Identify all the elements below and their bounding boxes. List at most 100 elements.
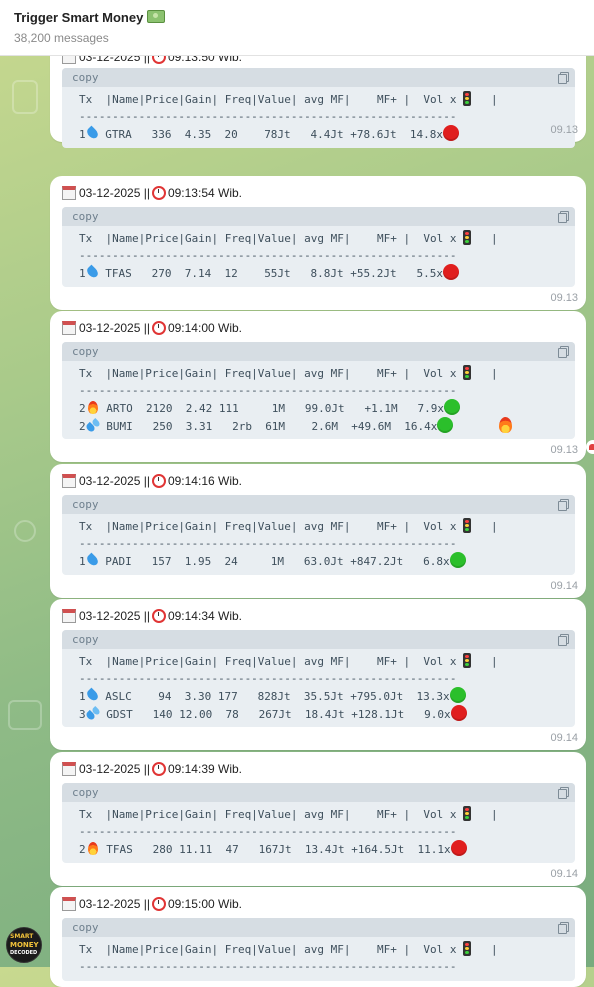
traffic-light-icon: [463, 518, 472, 533]
message-time: 09.14: [550, 868, 578, 880]
red-circle-icon: [443, 125, 459, 141]
copy-label[interactable]: copy: [72, 71, 99, 84]
copy-label[interactable]: copy: [72, 633, 99, 646]
chat-header[interactable]: Trigger Smart Money 38,200 messages: [0, 0, 594, 56]
code-block[interactable]: copy Tx |Name|Price|Gain| Freq|Value| avg…: [62, 68, 575, 148]
separator-line: ----------------------------------------…: [79, 825, 457, 838]
copy-label[interactable]: copy: [72, 498, 99, 511]
code-block[interactable]: copy Tx |Name|Price|Gain| Freq|Value| avg…: [62, 918, 575, 981]
copy-icon[interactable]: [558, 634, 569, 646]
message-time-text: 09:14:34 Wib.: [167, 609, 242, 623]
calendar-icon: [62, 897, 76, 911]
calendar-icon: [62, 609, 76, 623]
row-values: PADI 157 1.95 24 1M 63.0Jt +847.2Jt 6.8x: [98, 555, 450, 568]
alarm-clock-icon: [151, 609, 166, 623]
message-date: 03-12-2025 ||: [79, 474, 150, 488]
water-drop-icon: [84, 264, 100, 280]
water-drop-icon: [84, 552, 100, 568]
alarm-clock-icon: [151, 897, 166, 911]
row-values: GDST 140 12.00 78 267Jt 18.4Jt +128.1Jt …: [99, 708, 451, 721]
red-circle-icon: [450, 705, 467, 721]
fire-icon: [87, 401, 98, 414]
green-circle-icon: [444, 399, 460, 415]
separator-line: ----------------------------------------…: [79, 249, 457, 262]
heart-reaction-icon[interactable]: [586, 440, 594, 454]
channel-title-text: Trigger Smart Money: [14, 10, 144, 25]
message-time: 09.14: [550, 732, 578, 744]
table-header: Tx |Name|Price|Gain| Freq|Value| avg MF|…: [79, 943, 457, 956]
copy-icon[interactable]: [558, 346, 569, 358]
code-block[interactable]: copy Tx |Name|Price|Gain| Freq|Value| avg…: [62, 342, 575, 439]
row-values: ARTO 2120 2.42 111 1M 99.0Jt +1.1M 7.9x: [99, 402, 444, 415]
tx-count: 1: [79, 267, 86, 280]
green-circle-icon: [449, 552, 466, 568]
code-content: Tx |Name|Price|Gain| Freq|Value| avg MF|…: [79, 941, 498, 973]
table-row: 1 GTRA 336 4.35 20 78Jt 4.4Jt +78.6Jt 14…: [79, 125, 459, 141]
message-bubble[interactable]: 03-12-2025 || 09:13:54 Wib. copy Tx |Name|P…: [50, 176, 586, 310]
red-circle-icon: [443, 264, 459, 280]
code-block-toolbar: copy: [62, 630, 575, 649]
code-block[interactable]: copy Tx |Name|Price|Gain| Freq|Value| avg…: [62, 783, 575, 863]
separator-line: ----------------------------------------…: [79, 110, 457, 123]
alarm-clock-icon: [151, 762, 166, 776]
avatar-text-line: SMART: [10, 933, 34, 940]
message-timestamp-line: 03-12-2025 || 09:14:00 Wib.: [62, 319, 242, 337]
code-content: Tx |Name|Price|Gain| Freq|Value| avg MF|…: [79, 365, 498, 433]
message-time-text: 09:13:54 Wib.: [167, 186, 242, 200]
code-content: Tx |Name|Price|Gain| Freq|Value| avg MF|…: [79, 91, 498, 141]
message-bubble[interactable]: 03-12-2025 || 09:15:00 Wib. copy Tx |Name|P…: [50, 887, 586, 987]
table-row: 2 BUMI 250 3.31 2rb 61M 2.6M +49.6M 16.4…: [79, 417, 454, 433]
channel-avatar[interactable]: SMART MONEY DECODED: [6, 927, 42, 963]
code-block-toolbar: copy: [62, 783, 575, 802]
traffic-light-icon: [463, 91, 472, 106]
table-header: Tx |Name|Price|Gain| Freq|Value| avg MF|…: [79, 232, 457, 245]
water-drop-icon: [84, 687, 100, 703]
avatar-text-line: DECODED: [10, 950, 38, 956]
separator-line: ----------------------------------------…: [79, 384, 457, 397]
message-bubble[interactable]: 03-12-2025 || 09:14:00 Wib. copy Tx |Name|P…: [50, 311, 586, 462]
message-time: 09.13: [550, 444, 578, 456]
table-row: 2 TFAS 280 11.11 47 167Jt 13.4Jt +164.5J…: [79, 840, 467, 856]
table-header: Tx |Name|Price|Gain| Freq|Value| avg MF|…: [79, 93, 457, 106]
code-block[interactable]: copy Tx |Name|Price|Gain| Freq|Value| avg…: [62, 630, 575, 727]
copy-icon[interactable]: [558, 922, 569, 934]
copy-label[interactable]: copy: [72, 210, 99, 223]
fire-icon: [87, 842, 98, 855]
message-timestamp-line: 03-12-2025 || 09:15:00 Wib.: [62, 895, 242, 913]
table-row: 1 ASLC 94 3.30 177 828Jt 35.5Jt +795.0Jt…: [79, 687, 466, 703]
message-count: 38,200 messages: [14, 31, 109, 45]
message-time: 09.13: [550, 292, 578, 304]
calendar-icon: [62, 762, 76, 776]
table-header: Tx |Name|Price|Gain| Freq|Value| avg MF|…: [79, 655, 457, 668]
money-icon: [147, 10, 166, 23]
copy-icon[interactable]: [558, 787, 569, 799]
copy-label[interactable]: copy: [72, 345, 99, 358]
row-values: TFAS 280 11.11 47 167Jt 13.4Jt +164.5Jt …: [99, 843, 451, 856]
table-row: 3 GDST 140 12.00 78 267Jt 18.4Jt +128.1J…: [79, 705, 467, 721]
channel-title: Trigger Smart Money: [14, 10, 166, 25]
code-block-toolbar: copy: [62, 342, 575, 361]
fire-icon: [499, 417, 512, 433]
code-block-toolbar: copy: [62, 207, 575, 226]
sweat-droplets-icon: [86, 419, 100, 432]
traffic-light-icon: [463, 365, 472, 380]
copy-icon[interactable]: [558, 499, 569, 511]
water-drop-icon: [84, 125, 100, 141]
green-circle-icon: [437, 417, 454, 433]
wallpaper-doodle: [14, 520, 36, 542]
message-date: 03-12-2025 ||: [79, 897, 150, 911]
code-block[interactable]: copy Tx |Name|Price|Gain| Freq|Value| avg…: [62, 495, 575, 575]
copy-label[interactable]: copy: [72, 921, 99, 934]
wallpaper-doodle: [12, 80, 38, 114]
copy-icon[interactable]: [558, 211, 569, 223]
copy-icon[interactable]: [558, 72, 569, 84]
message-bubble[interactable]: 03-12-2025 || 09:14:39 Wib. copy Tx |Name|P…: [50, 752, 586, 886]
code-block-toolbar: copy: [62, 68, 575, 87]
message-bubble[interactable]: 03-12-2025 || 09:14:16 Wib. copy Tx |Name|P…: [50, 464, 586, 598]
tx-count: 2: [79, 843, 86, 856]
copy-label[interactable]: copy: [72, 786, 99, 799]
message-time: 09.13: [550, 124, 578, 136]
row-values: BUMI 250 3.31 2rb 61M 2.6M +49.6M 16.4x: [99, 420, 438, 433]
code-block[interactable]: copy Tx |Name|Price|Gain| Freq|Value| avg…: [62, 207, 575, 287]
message-bubble[interactable]: 03-12-2025 || 09:14:34 Wib. copy Tx |Name|P…: [50, 599, 586, 750]
